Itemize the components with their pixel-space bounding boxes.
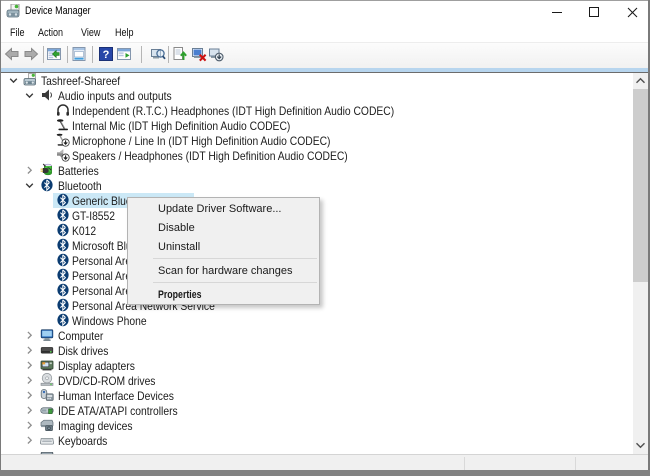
svg-text:?: ? xyxy=(103,49,110,61)
